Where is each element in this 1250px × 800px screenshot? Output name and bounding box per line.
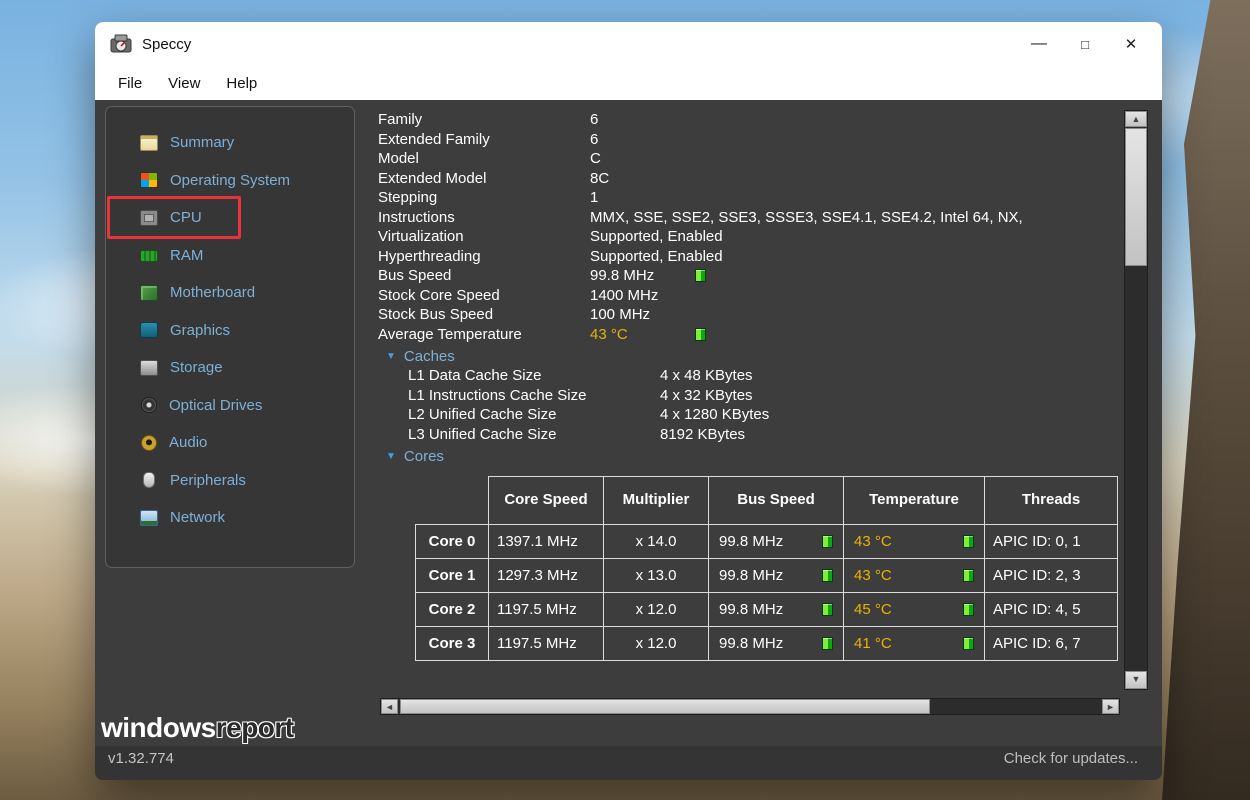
col-core-speed: Core Speed (489, 477, 604, 525)
speccy-window: Speccy — □ ✕ File View Help Summary Oper… (95, 22, 1162, 780)
sidebar-item-peripherals[interactable]: Peripherals (106, 462, 354, 500)
ram-icon (140, 250, 158, 262)
collapse-icon: ▼ (386, 451, 396, 462)
sidebar-item-cpu[interactable]: CPU (106, 199, 354, 237)
core-row: Core 1 1297.3 MHz x 13.0 99.8 MHz 43 °C … (416, 559, 1118, 593)
storage-icon (140, 360, 158, 376)
col-threads: Threads (985, 477, 1118, 525)
field-row-instructions: Instructions MMX, SSE, SSE2, SSE3, SSSE3… (378, 208, 1124, 228)
audio-icon (141, 435, 157, 451)
green-led-icon (822, 569, 833, 582)
vertical-scrollbar[interactable]: ▲ ▼ (1124, 110, 1148, 690)
cores-table: Core Speed Multiplier Bus Speed Temperat… (415, 476, 1118, 661)
menubar: File View Help (95, 66, 1162, 100)
field-row-bus-speed: Bus Speed 99.8 MHz (378, 266, 1124, 286)
field-row-extended-model: Extended Model 8C (378, 169, 1124, 189)
green-led-icon (695, 269, 706, 282)
col-bus-speed: Bus Speed (709, 477, 844, 525)
desktop-wallpaper: Speccy — □ ✕ File View Help Summary Oper… (0, 0, 1250, 800)
col-multiplier: Multiplier (604, 477, 709, 525)
field-row-family: Family 6 (378, 110, 1124, 130)
collapse-icon: ▼ (386, 351, 396, 362)
field-row-extended-family: Extended Family 6 (378, 130, 1124, 150)
check-for-updates-link[interactable]: Check for updates... (1004, 750, 1138, 767)
arrow-right-icon: ► (1103, 700, 1118, 715)
green-led-icon (822, 603, 833, 616)
col-temperature: Temperature (844, 477, 985, 525)
horizontal-scrollbar[interactable]: ◄ ► (380, 698, 1120, 715)
menu-view[interactable]: View (158, 71, 210, 96)
green-led-icon (963, 603, 974, 616)
sidebar-item-network[interactable]: Network (106, 499, 354, 537)
arrow-down-icon: ▼ (1126, 672, 1146, 687)
cache-row: L3 Unified Cache Size 8192 KBytes (378, 425, 1124, 445)
cores-section-header[interactable]: ▼ Cores (378, 446, 1124, 466)
scroll-up-button[interactable]: ▲ (1125, 111, 1147, 127)
windowsreport-watermark: windowsreport (101, 712, 294, 744)
sidebar: Summary Operating System CPU RAM Motherb… (105, 106, 355, 568)
peripherals-icon (143, 472, 155, 488)
sidebar-item-motherboard[interactable]: Motherboard (106, 274, 354, 312)
sidebar-item-optical-drives[interactable]: Optical Drives (106, 387, 354, 425)
field-row-hyperthreading: Hyperthreading Supported, Enabled (378, 247, 1124, 267)
close-icon: ✕ (1125, 35, 1138, 53)
sidebar-item-ram[interactable]: RAM (106, 237, 354, 275)
core-row: Core 2 1197.5 MHz x 12.0 99.8 MHz 45 °C … (416, 593, 1118, 627)
titlebar: Speccy — □ ✕ (95, 22, 1162, 66)
field-row-virtualization: Virtualization Supported, Enabled (378, 227, 1124, 247)
sidebar-item-operating-system[interactable]: Operating System (106, 162, 354, 200)
wallpaper-cliff (1162, 0, 1250, 800)
field-row-stock-core-speed: Stock Core Speed 1400 MHz (378, 286, 1124, 306)
network-icon (140, 510, 158, 526)
green-led-icon (822, 637, 833, 650)
minimize-button[interactable]: — (1016, 27, 1062, 61)
cache-row: L1 Instructions Cache Size 4 x 32 KBytes (378, 386, 1124, 406)
cores-table-header-row: Core Speed Multiplier Bus Speed Temperat… (416, 477, 1118, 525)
field-row-average-temperature: Average Temperature 43 °C (378, 325, 1124, 345)
window-title: Speccy (142, 36, 191, 53)
sidebar-item-summary[interactable]: Summary (106, 124, 354, 162)
menu-file[interactable]: File (108, 71, 152, 96)
maximize-icon: □ (1081, 37, 1089, 52)
sidebar-item-audio[interactable]: Audio (106, 424, 354, 462)
maximize-button[interactable]: □ (1062, 27, 1108, 61)
arrow-up-icon: ▲ (1126, 112, 1146, 127)
core-row: Core 3 1197.5 MHz x 12.0 99.8 MHz 41 °C … (416, 627, 1118, 661)
field-row-stepping: Stepping 1 (378, 188, 1124, 208)
scroll-right-button[interactable]: ► (1102, 699, 1119, 714)
green-led-icon (963, 535, 974, 548)
sidebar-item-graphics[interactable]: Graphics (106, 312, 354, 350)
scroll-left-button[interactable]: ◄ (381, 699, 398, 714)
vertical-scrollbar-thumb[interactable] (1125, 128, 1147, 266)
cpu-info-panel: Family 6 Extended Family 6 Model C Exten… (378, 110, 1124, 696)
footer-strip (95, 746, 1162, 780)
arrow-left-icon: ◄ (382, 700, 397, 715)
operating-system-icon (140, 172, 158, 188)
close-button[interactable]: ✕ (1108, 27, 1154, 61)
green-led-icon (963, 569, 974, 582)
scroll-down-button[interactable]: ▼ (1125, 671, 1147, 689)
green-led-icon (822, 535, 833, 548)
motherboard-icon (140, 285, 158, 301)
graphics-icon (140, 322, 158, 338)
content-area: Summary Operating System CPU RAM Motherb… (95, 100, 1162, 780)
field-row-model: Model C (378, 149, 1124, 169)
cpu-icon (140, 210, 158, 226)
menu-help[interactable]: Help (216, 71, 267, 96)
horizontal-scrollbar-thumb[interactable] (400, 699, 930, 714)
field-row-stock-bus-speed: Stock Bus Speed 100 MHz (378, 305, 1124, 325)
minimize-icon: — (1031, 39, 1047, 49)
sidebar-item-storage[interactable]: Storage (106, 349, 354, 387)
version-label: v1.32.774 (108, 750, 174, 767)
caches-section-header[interactable]: ▼ Caches (378, 346, 1124, 366)
green-led-icon (695, 328, 706, 341)
summary-icon (140, 135, 158, 151)
speccy-app-icon (109, 33, 133, 55)
cache-row: L1 Data Cache Size 4 x 48 KBytes (378, 366, 1124, 386)
green-led-icon (963, 637, 974, 650)
core-row: Core 0 1397.1 MHz x 14.0 99.8 MHz 43 °C … (416, 525, 1118, 559)
optical-drives-icon (141, 397, 157, 413)
cache-row: L2 Unified Cache Size 4 x 1280 KBytes (378, 405, 1124, 425)
